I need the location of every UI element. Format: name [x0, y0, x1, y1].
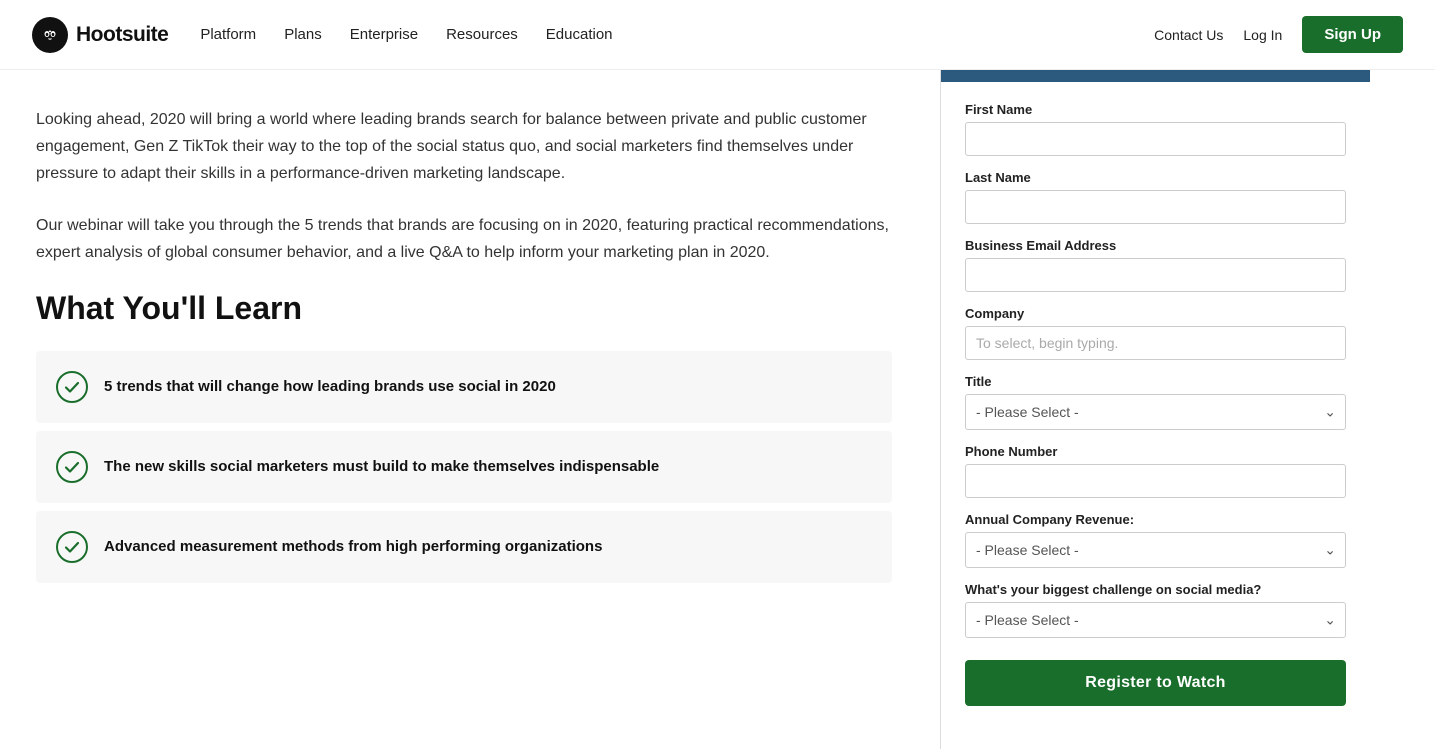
company-input[interactable]: [965, 326, 1346, 360]
check-icon: [56, 371, 88, 403]
challenge-select[interactable]: - Please Select - Growing audience Conte…: [965, 602, 1346, 638]
main-content: Looking ahead, 2020 will bring a world w…: [0, 70, 940, 749]
page-layout: Looking ahead, 2020 will bring a world w…: [0, 70, 1435, 749]
company-label: Company: [965, 306, 1346, 321]
intro-paragraph-2: Our webinar will take you through the 5 …: [36, 212, 892, 266]
email-group: Business Email Address: [965, 238, 1346, 292]
nav-resources[interactable]: Resources: [446, 26, 518, 43]
revenue-select[interactable]: - Please Select - Under $1M $1M-$10M $10…: [965, 532, 1346, 568]
email-label: Business Email Address: [965, 238, 1346, 253]
section-title: What You'll Learn: [36, 290, 892, 327]
first-name-input[interactable]: [965, 122, 1346, 156]
learn-item-text-3: Advanced measurement methods from high p…: [104, 536, 602, 557]
title-group: Title - Please Select - CEO CMO Director…: [965, 374, 1346, 430]
nav-links: Platform Plans Enterprise Resources Educ…: [200, 26, 612, 43]
last-name-group: Last Name: [965, 170, 1346, 224]
title-select[interactable]: - Please Select - CEO CMO Director Manag…: [965, 394, 1346, 430]
logo-owl-icon: [32, 17, 68, 53]
register-to-watch-button[interactable]: Register to Watch: [965, 660, 1346, 706]
form-body: First Name Last Name Business Email Addr…: [941, 82, 1370, 730]
learn-items-list: 5 trends that will change how leading br…: [36, 351, 892, 583]
form-header-bar: [941, 70, 1370, 82]
contact-us-link[interactable]: Contact Us: [1154, 27, 1223, 43]
nav-platform[interactable]: Platform: [200, 26, 256, 43]
revenue-select-wrapper: - Please Select - Under $1M $1M-$10M $10…: [965, 532, 1346, 568]
title-label: Title: [965, 374, 1346, 389]
challenge-select-wrapper: - Please Select - Growing audience Conte…: [965, 602, 1346, 638]
title-select-wrapper: - Please Select - CEO CMO Director Manag…: [965, 394, 1346, 430]
logo[interactable]: Hootsuite: [32, 17, 168, 53]
navbar: Hootsuite Platform Plans Enterprise Reso…: [0, 0, 1435, 70]
first-name-label: First Name: [965, 102, 1346, 117]
company-group: Company: [965, 306, 1346, 360]
logo-text: Hootsuite: [76, 23, 168, 47]
nav-right: Contact Us Log In Sign Up: [1154, 16, 1403, 53]
phone-group: Phone Number: [965, 444, 1346, 498]
nav-education[interactable]: Education: [546, 26, 613, 43]
learn-item-text-2: The new skills social marketers must bui…: [104, 456, 659, 477]
check-icon: [56, 531, 88, 563]
list-item: 5 trends that will change how leading br…: [36, 351, 892, 423]
nav-enterprise[interactable]: Enterprise: [350, 26, 418, 43]
phone-label: Phone Number: [965, 444, 1346, 459]
list-item: Advanced measurement methods from high p…: [36, 511, 892, 583]
nav-left: Hootsuite Platform Plans Enterprise Reso…: [32, 17, 613, 53]
registration-form-sidebar: First Name Last Name Business Email Addr…: [940, 70, 1370, 749]
learn-item-text-1: 5 trends that will change how leading br…: [104, 376, 556, 397]
list-item: The new skills social marketers must bui…: [36, 431, 892, 503]
log-in-link[interactable]: Log In: [1243, 27, 1282, 43]
intro-paragraph-1: Looking ahead, 2020 will bring a world w…: [36, 106, 892, 188]
last-name-label: Last Name: [965, 170, 1346, 185]
first-name-group: First Name: [965, 102, 1346, 156]
challenge-label: What's your biggest challenge on social …: [965, 582, 1346, 597]
challenge-group: What's your biggest challenge on social …: [965, 582, 1346, 638]
check-icon: [56, 451, 88, 483]
sign-up-button[interactable]: Sign Up: [1302, 16, 1403, 53]
phone-input[interactable]: [965, 464, 1346, 498]
last-name-input[interactable]: [965, 190, 1346, 224]
revenue-label: Annual Company Revenue:: [965, 512, 1346, 527]
email-input[interactable]: [965, 258, 1346, 292]
nav-plans[interactable]: Plans: [284, 26, 322, 43]
revenue-group: Annual Company Revenue: - Please Select …: [965, 512, 1346, 568]
